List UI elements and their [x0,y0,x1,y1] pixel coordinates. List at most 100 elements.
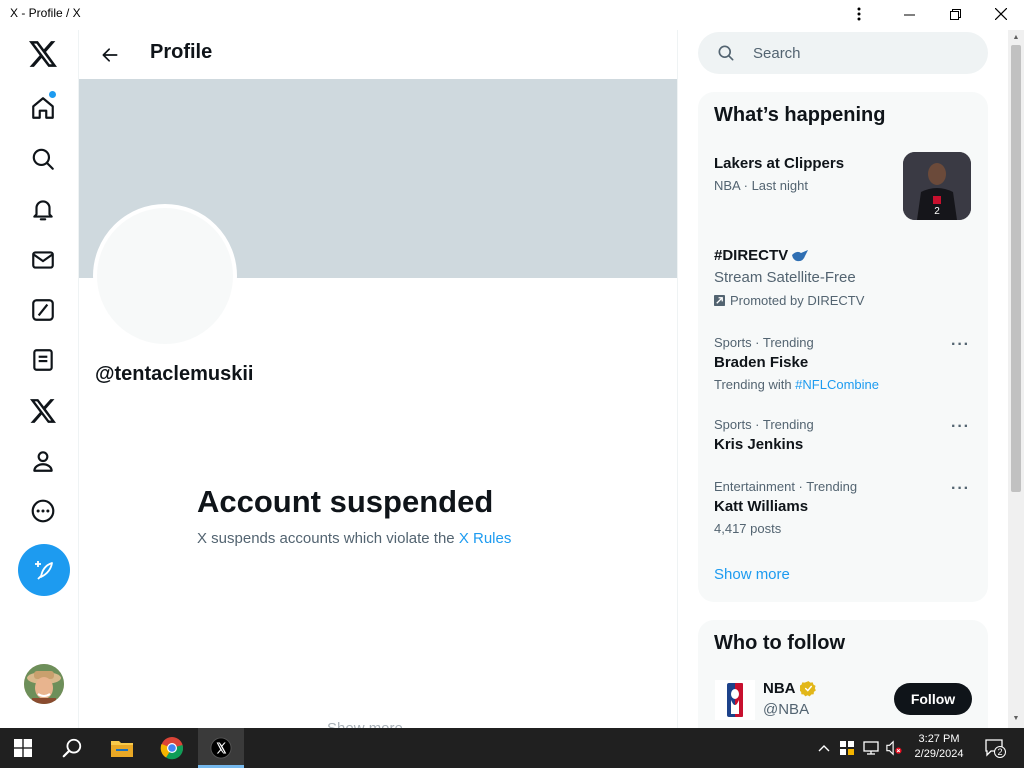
promoted-label: Promoted by DIRECTV [714,293,864,308]
left-nav [0,30,79,728]
trend-meta: Entertainment · Trending [714,479,858,494]
trend-item[interactable]: Sports · Trending Braden Fiske Trending … [698,332,988,394]
nav-more[interactable] [23,491,63,531]
suspended-title: Account suspended [197,484,494,519]
tray-chevron-up-icon[interactable] [816,740,832,756]
taskbar-x-app[interactable] [198,728,244,768]
folder-icon [111,741,133,757]
scroll-up-arrow-icon[interactable]: ▲ [1012,34,1020,42]
trend-more-button[interactable]: ··· [951,418,970,436]
who-to-follow-title: Who to follow [714,632,846,654]
trend-meta: NBA · Last night [714,178,808,193]
nav-grok[interactable] [23,290,63,330]
page-title: Profile [150,41,213,63]
x-rules-link[interactable]: X Rules [459,530,512,547]
promoted-icon [714,295,725,306]
right-sidebar: What’s happening Lakers at Clippers NBA … [679,30,1007,728]
trend-item[interactable]: Entertainment · Trending Katt Williams 4… [698,476,988,538]
trend-sub-prefix: Trending with [714,377,796,392]
trend-item[interactable]: Sports · Trending Kris Jenkins ··· [698,414,988,462]
nav-home[interactable] [23,88,63,128]
profile-header: Profile [79,30,677,79]
tray-date: 2/29/2024 [914,748,964,760]
tray-volume-muted-icon[interactable] [886,740,902,756]
scroll-thumb[interactable] [1011,45,1021,492]
start-button[interactable] [0,728,46,768]
kebab-icon [857,7,861,21]
window-menu-button[interactable] [836,0,882,28]
post-button[interactable] [18,544,70,596]
window-title: X - Profile / X [10,6,81,20]
feather-plus-icon [35,561,53,580]
promoted-text: Promoted by DIRECTV [730,293,865,308]
follow-button[interactable]: Follow [894,683,972,715]
account-avatar[interactable] [24,664,64,704]
nav-messages[interactable] [23,240,63,280]
nba-logo[interactable] [715,680,755,720]
directv-bird-icon [792,249,809,261]
tray-clock[interactable]: 3:27 PM 2/29/2024 [908,732,970,762]
trend-name: Katt Williams [714,498,809,515]
trend-more-button[interactable]: ··· [951,336,970,354]
trend-sub: Trending with #NFLCombine [714,377,879,392]
envelope-icon [32,251,54,269]
trend-name: #DIRECTV [714,247,789,264]
taskbar-search-button[interactable] [49,728,95,768]
hashtag-link[interactable]: #NFLCombine [795,377,879,392]
restore-button[interactable] [932,0,978,28]
bell-icon [33,200,53,221]
arrow-left-icon [102,48,118,62]
show-more-link[interactable]: Show more [714,566,790,583]
suspended-message: X suspends accounts which violate the X … [197,530,511,547]
home-icon [32,97,54,119]
whats-happening-title: What’s happening [714,104,886,126]
more-circle-icon [31,499,55,523]
nav-explore[interactable] [23,139,63,179]
action-center-button[interactable]: 2 [984,739,1006,758]
page-scrollbar[interactable]: ▲ ▼ [1008,30,1024,728]
profile-handle: @tentaclemuskii [95,363,254,385]
windows-taskbar: 3:27 PM 2/29/2024 2 [0,728,1024,768]
nav-profile[interactable] [23,441,63,481]
nav-notifications[interactable] [23,189,63,229]
restore-icon [949,8,961,20]
trend-more-button[interactable]: ··· [951,480,970,498]
trend-thumbnail-image: 2 [903,152,971,220]
x-logo-link[interactable] [23,34,63,74]
trend-item-promoted[interactable]: #DIRECTV Stream Satellite-Free Promoted … [698,244,988,314]
who-to-follow-card: Who to follow NBA @NBA Follow [698,620,988,728]
trend-name: Braden Fiske [714,354,809,371]
notification-count-badge: 2 [994,746,1006,758]
search-input[interactable] [753,32,973,74]
close-button[interactable] [978,0,1024,28]
search-icon [62,738,82,758]
window-titlebar: X - Profile / X [0,0,1024,30]
windows-logo-icon [14,739,32,757]
nav-lists[interactable] [23,340,63,380]
trend-post-count: 4,417 posts [714,521,782,536]
avatar-image [24,664,64,704]
ghost-show-more: Show more [327,720,403,728]
tray-security-icon[interactable] [839,740,855,756]
nav-premium[interactable] [23,391,63,431]
x-logo-icon [29,41,57,67]
minimize-button[interactable] [886,0,932,28]
person-icon [33,451,53,472]
scroll-down-arrow-icon[interactable]: ▼ [1012,715,1020,723]
taskbar-file-explorer[interactable] [99,728,145,768]
search-icon [32,148,54,170]
trend-sub: Stream Satellite-Free [714,269,856,286]
tray-time: 3:27 PM [918,733,960,745]
search-box[interactable] [698,32,988,74]
chrome-icon [160,737,184,760]
trend-name: Lakers at Clippers [714,155,845,172]
trend-name: Kris Jenkins [714,436,804,453]
tray-network-icon[interactable] [863,740,879,756]
lists-icon [33,349,53,371]
close-icon [995,8,1007,20]
minimize-icon [903,14,915,15]
follow-name-row[interactable]: NBA [763,680,817,697]
back-button[interactable] [93,38,127,72]
taskbar-chrome[interactable] [149,728,195,768]
verified-gold-badge-icon [799,681,816,697]
